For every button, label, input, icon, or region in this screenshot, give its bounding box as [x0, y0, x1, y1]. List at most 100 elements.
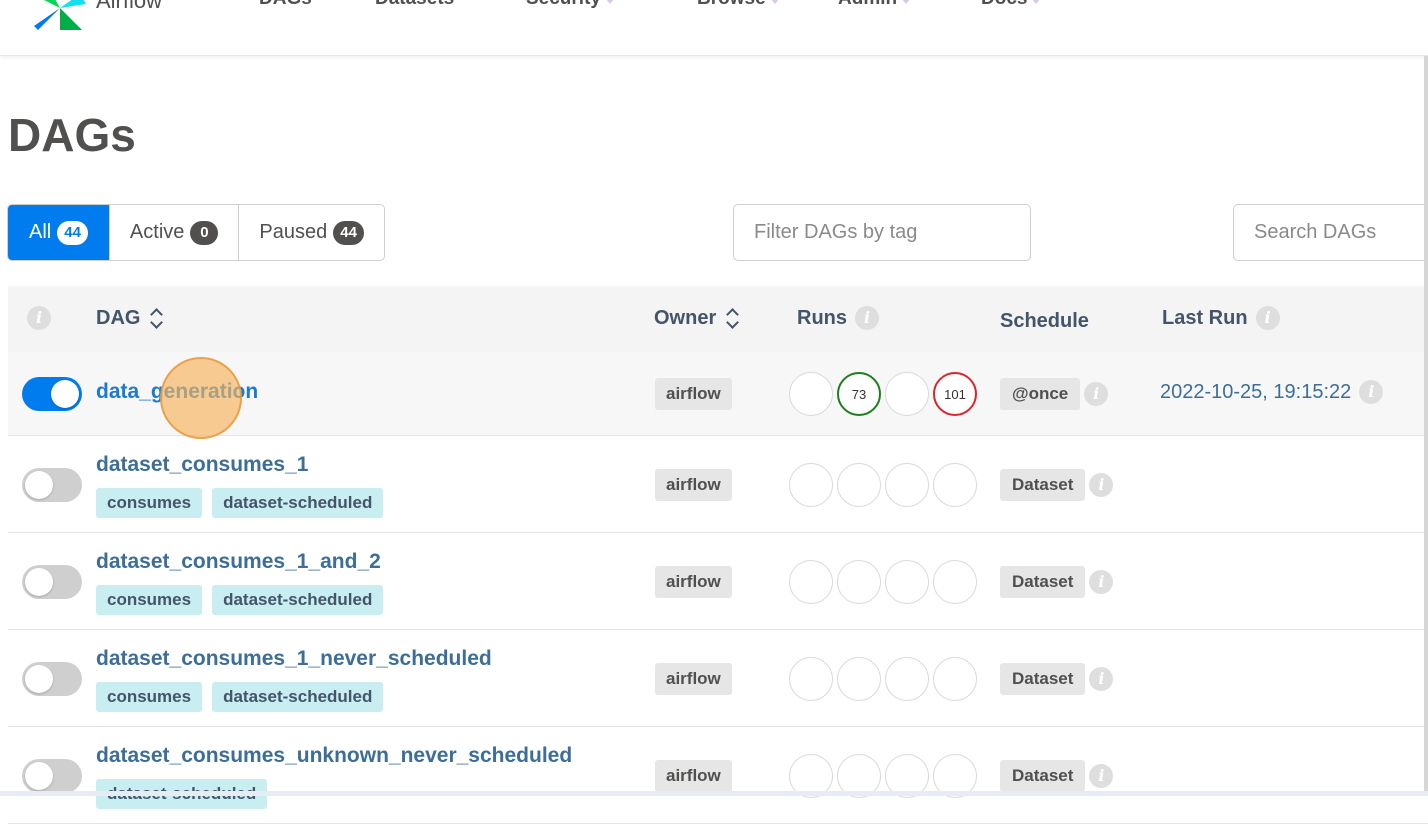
schedule-badge[interactable]: Dataset [1000, 566, 1086, 598]
tag-filter-input[interactable]: Filter DAGs by tag [733, 204, 1031, 261]
pause-toggle[interactable] [22, 662, 82, 696]
nav-datasets[interactable]: Datasets [375, 0, 454, 10]
owner-badge[interactable]: airflow [655, 566, 732, 598]
info-icon[interactable]: i [1089, 570, 1114, 594]
cursor-highlight [160, 357, 242, 439]
nav-browse[interactable]: Browse [697, 0, 780, 10]
dag-name-link[interactable]: dataset_consumes_1_never_scheduled [96, 647, 492, 671]
run-state-queued-circle[interactable] [789, 463, 833, 507]
dag-tag[interactable]: dataset-scheduled [212, 585, 384, 615]
schedule-cell: Dataset i [1000, 760, 1114, 792]
header-dag[interactable]: DAG [96, 306, 164, 330]
run-state-queued-circle[interactable] [789, 372, 833, 416]
caret-down-icon [901, 0, 912, 4]
pause-toggle[interactable] [22, 468, 82, 502]
nav-admin[interactable]: Admin [838, 0, 912, 10]
schedule-badge[interactable]: Dataset [1000, 760, 1086, 792]
filter-paused-label: Paused [259, 221, 328, 243]
nav-docs[interactable]: Docs [981, 0, 1042, 10]
run-state-queued-circle[interactable] [789, 560, 833, 604]
run-state-running-circle[interactable] [885, 657, 929, 701]
filter-paused-button[interactable]: Paused 44 [239, 205, 384, 260]
dag-tag[interactable]: dataset-scheduled [212, 488, 384, 518]
dag-runs-status [789, 560, 977, 604]
filter-all-count-badge: 44 [57, 220, 88, 245]
schedule-badge[interactable]: Dataset [1000, 469, 1086, 501]
dag-tag[interactable]: consumes [96, 682, 203, 712]
header-schedule-label: Schedule [1000, 310, 1089, 332]
header-info-icon[interactable]: i [27, 306, 51, 330]
header-dag-label: DAG [96, 306, 141, 329]
run-state-running-circle[interactable] [885, 463, 929, 507]
scrollbar-track[interactable] [1424, 56, 1428, 796]
schedule-cell: Dataset i [1000, 663, 1114, 695]
run-state-success-circle[interactable] [837, 560, 881, 604]
owner-badge[interactable]: airflow [655, 760, 732, 792]
toggle-knob [25, 762, 53, 790]
pause-toggle[interactable] [22, 565, 82, 599]
run-state-running-circle[interactable] [885, 560, 929, 604]
dag-tag[interactable]: consumes [96, 488, 203, 518]
pause-toggle[interactable] [22, 759, 82, 793]
owner-badge[interactable]: airflow [655, 469, 732, 501]
sort-icon [726, 306, 740, 330]
search-dags-input[interactable]: Search DAGs [1233, 204, 1428, 261]
header-owner-label: Owner [654, 306, 717, 329]
brand-name[interactable]: Airflow [96, 0, 162, 14]
nav-security-label: Security [526, 0, 601, 10]
schedule-badge[interactable]: Dataset [1000, 663, 1086, 695]
run-state-failed-circle[interactable] [933, 657, 977, 701]
schedule-cell: Dataset i [1000, 566, 1114, 598]
run-state-success-circle[interactable] [837, 657, 881, 701]
info-icon[interactable]: i [1089, 473, 1114, 497]
top-navbar: Airflow DAGs Datasets Security Browse Ad… [0, 0, 1428, 56]
run-state-failed-circle[interactable] [933, 463, 977, 507]
owner-badge[interactable]: airflow [655, 663, 732, 695]
table-header-row: i DAG Owner Runs i Schedule Last Run i [8, 286, 1428, 352]
filter-all-label: All [29, 221, 52, 243]
dag-tag[interactable]: consumes [96, 585, 203, 615]
dag-runs-status: 73 101 [789, 372, 977, 416]
last-run-timestamp[interactable]: 2022-10-25, 19:15:22 [1160, 381, 1351, 404]
run-state-failed-circle[interactable]: 101 [933, 372, 977, 416]
info-icon[interactable]: i [1359, 380, 1384, 404]
header-last-run: Last Run i [1162, 306, 1280, 330]
dag-name-link[interactable]: dataset_consumes_unknown_never_scheduled [96, 744, 572, 768]
header-schedule: Schedule [1000, 310, 1089, 333]
nav-security[interactable]: Security [526, 0, 615, 10]
filter-all-button[interactable]: All 44 [8, 205, 110, 260]
header-owner[interactable]: Owner [654, 306, 740, 330]
info-icon[interactable]: i [1089, 764, 1114, 788]
toggle-knob [25, 665, 53, 693]
run-state-failed-circle[interactable] [933, 560, 977, 604]
filter-active-button[interactable]: Active 0 [109, 205, 240, 260]
table-row: dataset_consumes_1 consumes dataset-schedu… [8, 436, 1428, 533]
nav-datasets-label: Datasets [375, 0, 454, 10]
dag-tag[interactable]: dataset-scheduled [212, 682, 384, 712]
toggle-knob [25, 471, 53, 499]
caret-down-icon [769, 0, 780, 4]
airflow-logo-icon[interactable] [30, 0, 90, 30]
status-filter-group: All 44 Active 0 Paused 44 [7, 204, 385, 261]
info-icon[interactable]: i [1084, 382, 1109, 406]
bottom-border [0, 791, 1428, 796]
pause-toggle[interactable] [22, 377, 82, 411]
run-state-success-circle[interactable] [837, 463, 881, 507]
toggle-knob [51, 380, 79, 408]
filter-active-label: Active [129, 221, 185, 243]
run-state-success-circle[interactable]: 73 [837, 372, 881, 416]
dag-name-link[interactable]: dataset_consumes_1 [96, 453, 308, 477]
nav-docs-label: Docs [981, 0, 1027, 10]
run-state-running-circle[interactable] [885, 372, 929, 416]
schedule-badge[interactable]: @once [1000, 378, 1081, 410]
filter-paused-count-badge: 44 [333, 220, 364, 245]
schedule-cell: Dataset i [1000, 469, 1114, 501]
info-icon[interactable]: i [855, 306, 879, 330]
dag-runs-status [789, 463, 977, 507]
run-state-queued-circle[interactable] [789, 657, 833, 701]
owner-badge[interactable]: airflow [655, 378, 732, 410]
nav-dags[interactable]: DAGs [259, 0, 312, 10]
info-icon[interactable]: i [1089, 667, 1114, 691]
info-icon[interactable]: i [1255, 306, 1280, 330]
dag-name-link[interactable]: dataset_consumes_1_and_2 [96, 550, 381, 574]
